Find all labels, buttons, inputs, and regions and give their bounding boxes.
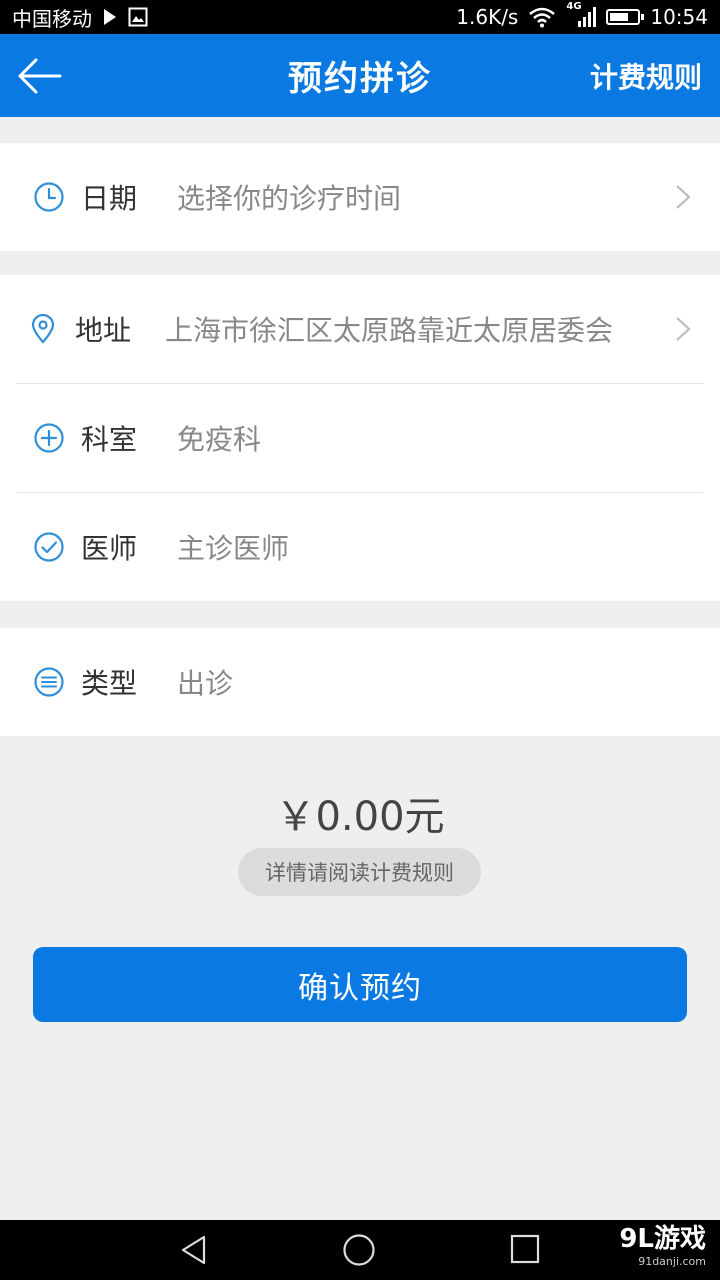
check-circle-icon xyxy=(34,532,64,562)
type-value: 出诊 xyxy=(177,667,234,700)
watermark-site: 91danji.com xyxy=(638,1255,706,1268)
nav-back-icon[interactable] xyxy=(178,1234,210,1266)
play-icon xyxy=(104,9,116,25)
doctor-row: 医师 主诊医师 xyxy=(0,493,720,601)
date-value: 选择你的诊疗时间 xyxy=(177,182,402,215)
department-value: 免疫科 xyxy=(177,423,262,456)
price-amount: ￥0.00元 xyxy=(275,794,445,840)
chevron-right-icon xyxy=(676,185,691,209)
address-label: 地址 xyxy=(75,314,132,347)
date-label: 日期 xyxy=(81,182,138,215)
doctor-label: 医师 xyxy=(81,532,138,565)
nav-recents-icon[interactable] xyxy=(510,1234,540,1264)
confirm-booking-button[interactable]: 确认预约 xyxy=(33,947,687,1022)
doctor-value: 主诊医师 xyxy=(177,532,290,565)
date-row[interactable]: 日期 选择你的诊疗时间 xyxy=(0,143,720,251)
address-value: 上海市徐汇区太原路靠近太原居委会 xyxy=(165,314,614,347)
type-card: 类型 出诊 xyxy=(0,628,720,736)
watermark: 9L游戏 91danji.com xyxy=(619,1226,706,1267)
clinic-card: 地址 上海市徐汇区太原路靠近太原居委会 科室 免疫科 医师 主诊医师 xyxy=(0,275,720,601)
chevron-right-icon xyxy=(676,317,691,341)
location-pin-icon xyxy=(31,313,55,344)
system-nav-bar xyxy=(0,1220,720,1280)
clock-icon xyxy=(34,182,64,212)
nav-home-icon[interactable] xyxy=(342,1234,376,1268)
department-row: 科室 免疫科 xyxy=(0,384,720,492)
address-row[interactable]: 地址 上海市徐汇区太原路靠近太原居委会 xyxy=(0,275,720,383)
cell-signal: 4G xyxy=(566,1,597,29)
type-label: 类型 xyxy=(81,667,138,700)
carrier-label: 中国移动 xyxy=(12,6,92,31)
clock-time: 10:54 xyxy=(650,5,708,29)
battery-icon xyxy=(606,9,645,25)
status-bar-right: 1.6K/s 4G 10:54 xyxy=(456,1,708,29)
list-circle-icon xyxy=(34,667,64,697)
image-icon xyxy=(128,7,148,27)
status-bar-left: 中国移动 xyxy=(12,3,148,32)
network-speed: 1.6K/s xyxy=(456,5,519,29)
type-row: 类型 出诊 xyxy=(0,628,720,736)
department-label: 科室 xyxy=(81,423,138,456)
app-bar: 预约拼诊 计费规则 xyxy=(0,34,720,117)
billing-note-badge: 详情请阅读计费规则 xyxy=(238,848,481,896)
date-card: 日期 选择你的诊疗时间 xyxy=(0,143,720,251)
status-bar: 中国移动 1.6K/s 4G 10:54 xyxy=(0,0,720,34)
signal-bars-icon xyxy=(578,7,597,27)
battery-level-fill xyxy=(610,13,629,21)
wifi-icon xyxy=(529,7,556,28)
plus-circle-icon xyxy=(34,423,64,453)
billing-rules-link[interactable]: 计费规则 xyxy=(590,34,702,117)
watermark-brand: 9L游戏 xyxy=(619,1224,706,1254)
